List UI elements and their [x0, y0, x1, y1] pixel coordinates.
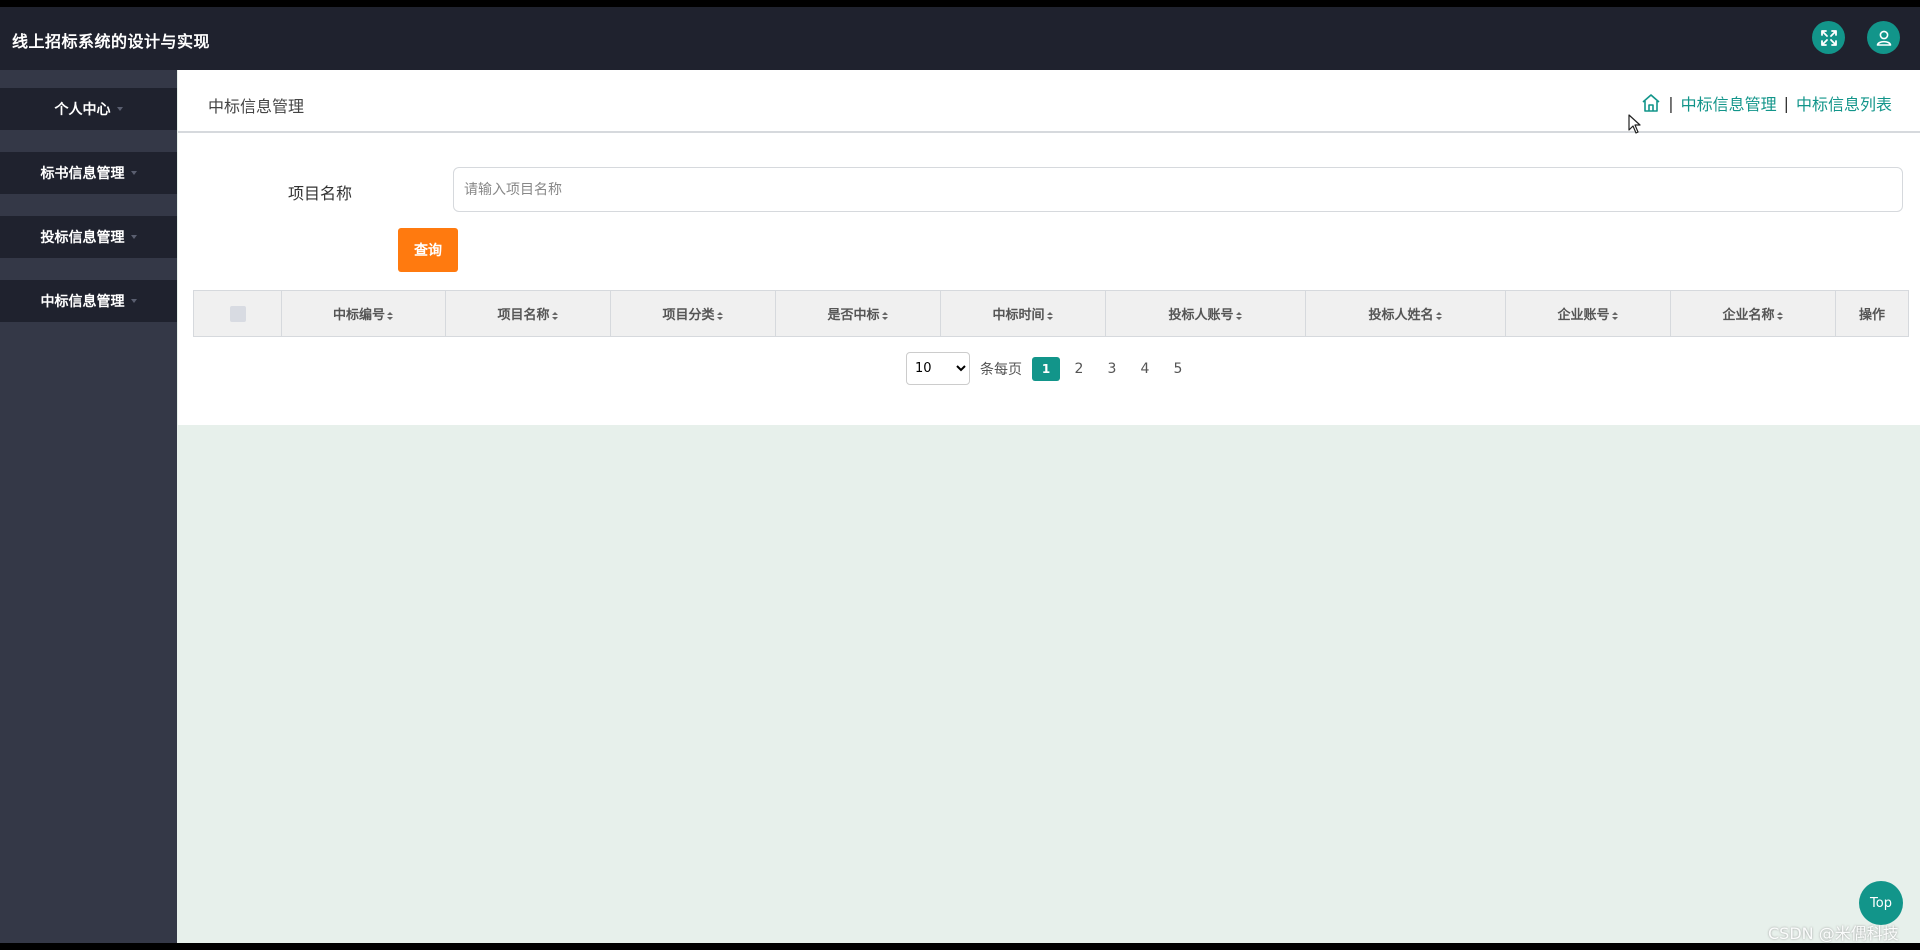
- sidebar: 个人中心 标书信息管理 投标信息管理 中标信息管理: [0, 70, 177, 943]
- main-panel: 中标信息管理 | 中标信息管理 | 中标信息列表 项目名称 查询 中标编号: [178, 70, 1920, 425]
- app-title: 线上招标系统的设计与实现: [12, 32, 211, 51]
- column-header-is-winner[interactable]: 是否中标: [775, 290, 941, 337]
- fullscreen-button[interactable]: [1812, 21, 1845, 54]
- sort-icon: [1235, 311, 1242, 320]
- sidebar-item-bids[interactable]: 投标信息管理: [0, 216, 177, 258]
- page-button-3[interactable]: 3: [1098, 357, 1126, 381]
- breadcrumb-separator: |: [1783, 93, 1789, 113]
- page-button-5[interactable]: 5: [1164, 357, 1192, 381]
- sidebar-item-personal-center[interactable]: 个人中心: [0, 88, 177, 130]
- breadcrumb-link-winning-management[interactable]: 中标信息管理: [1681, 91, 1777, 115]
- breadcrumb-separator: |: [1668, 93, 1674, 113]
- sidebar-item-label: 标书信息管理: [40, 166, 125, 182]
- app-frame: 线上招标系统的设计与实现 个人中心 标书信息管理 投标信息管理 中标信息管理 中…: [0, 7, 1920, 943]
- column-header-winning-id[interactable]: 中标编号: [281, 290, 446, 337]
- table-header-row: 中标编号 项目名称 项目分类 是否中标 中标时间 投标人账号 投标人姓名 企业账…: [193, 290, 1909, 337]
- chevron-down-icon: [130, 299, 137, 303]
- page-title: 中标信息管理: [208, 97, 305, 116]
- column-header-company-name[interactable]: 企业名称: [1670, 290, 1836, 337]
- sort-icon: [551, 311, 558, 320]
- page-button-4[interactable]: 4: [1131, 357, 1159, 381]
- sidebar-item-label: 个人中心: [54, 102, 111, 118]
- sort-icon: [1776, 311, 1783, 320]
- page-button-1[interactable]: 1: [1032, 356, 1060, 381]
- sort-icon: [387, 311, 393, 320]
- mouse-cursor-icon: [1628, 114, 1641, 134]
- sidebar-item-label: 投标信息管理: [40, 230, 125, 246]
- column-header-actions: 操作: [1835, 290, 1909, 337]
- pagination: 10 条每页 1 2 3 4 5: [906, 352, 1192, 385]
- chevron-down-icon: [130, 235, 137, 239]
- results-table: 中标编号 项目名称 项目分类 是否中标 中标时间 投标人账号 投标人姓名 企业账…: [193, 290, 1909, 337]
- search-label: 项目名称: [288, 184, 353, 203]
- page-size-select[interactable]: 10: [906, 352, 970, 385]
- breadcrumb: | 中标信息管理 | 中标信息列表: [1641, 91, 1892, 115]
- sidebar-item-label: 中标信息管理: [40, 294, 125, 310]
- user-button[interactable]: [1867, 21, 1900, 54]
- back-to-top-button[interactable]: Top: [1859, 881, 1903, 925]
- home-icon[interactable]: [1641, 93, 1661, 113]
- breadcrumb-link-winning-list[interactable]: 中标信息列表: [1796, 91, 1892, 115]
- page-button-2[interactable]: 2: [1065, 357, 1093, 381]
- project-name-input[interactable]: [453, 167, 1903, 212]
- column-header-winning-time[interactable]: 中标时间: [940, 290, 1106, 337]
- user-icon: [1876, 30, 1891, 46]
- sort-icon: [716, 311, 723, 320]
- sort-icon: [1611, 311, 1618, 320]
- chevron-down-icon: [130, 171, 137, 175]
- column-header-project-name[interactable]: 项目名称: [445, 290, 611, 337]
- column-header-bidder-name[interactable]: 投标人姓名: [1305, 290, 1506, 337]
- sort-icon: [881, 311, 888, 320]
- select-all-checkbox[interactable]: [229, 305, 246, 322]
- sidebar-item-winning-bids[interactable]: 中标信息管理: [0, 280, 177, 322]
- per-page-label: 条每页: [980, 361, 1022, 378]
- query-button[interactable]: 查询: [398, 228, 458, 272]
- top-header: 线上招标系统的设计与实现: [0, 7, 1920, 70]
- watermark: CSDN @米偶科技: [1768, 924, 1899, 943]
- sort-icon: [1435, 311, 1442, 320]
- breadcrumb-bar: 中标信息管理 | 中标信息管理 | 中标信息列表: [178, 70, 1920, 133]
- select-all-checkbox-cell[interactable]: [193, 290, 282, 337]
- expand-arrows-icon: [1820, 29, 1837, 46]
- column-header-bidder-account[interactable]: 投标人账号: [1105, 290, 1306, 337]
- chevron-down-icon: [116, 107, 123, 111]
- column-header-company-account[interactable]: 企业账号: [1505, 290, 1671, 337]
- sidebar-item-bid-documents[interactable]: 标书信息管理: [0, 152, 177, 194]
- column-header-project-category[interactable]: 项目分类: [610, 290, 776, 337]
- sort-icon: [1046, 311, 1053, 320]
